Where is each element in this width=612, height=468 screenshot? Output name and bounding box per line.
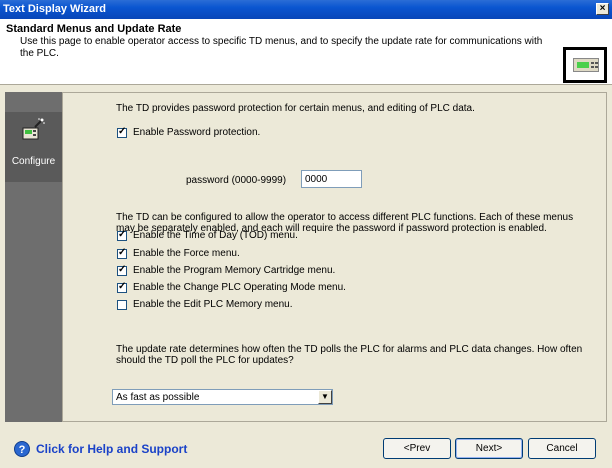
menu-checkbox-force[interactable]: Enable the Force menu. [117, 247, 240, 259]
close-button[interactable]: × [596, 3, 609, 15]
help-link[interactable]: ? Click for Help and Support [14, 441, 187, 457]
checkbox-label: Enable the Time of Day (TOD) menu. [133, 230, 298, 241]
password-intro-text: The TD provides password protection for … [116, 103, 475, 114]
password-field[interactable] [301, 170, 362, 188]
page-title: Standard Menus and Update Rate [6, 23, 182, 35]
menu-checkbox-operating-mode[interactable]: Enable the Change PLC Operating Mode men… [117, 281, 346, 293]
checkbox-box[interactable] [117, 229, 127, 241]
window-title: Text Display Wizard [3, 3, 107, 15]
checkbox-box[interactable] [117, 264, 127, 276]
checkbox-label: Enable the Program Memory Cartridge menu… [133, 265, 336, 276]
configure-wand-icon [22, 118, 45, 140]
help-icon: ? [14, 441, 30, 457]
menu-checkbox-cartridge[interactable]: Enable the Program Memory Cartridge menu… [117, 264, 336, 276]
next-button[interactable]: Next> [455, 438, 523, 459]
sidebar-item-label: Configure [11, 156, 56, 167]
update-rate-select[interactable]: As fast as possible ▼ [112, 389, 333, 405]
checkbox-box[interactable] [117, 281, 127, 293]
help-link-label: Click for Help and Support [36, 442, 188, 456]
wizard-footer: ? Click for Help and Support <Prev Next>… [0, 428, 612, 468]
checkbox-label: Enable the Force menu. [133, 248, 240, 259]
wizard-header: Standard Menus and Update Rate Use this … [0, 19, 612, 85]
prev-button[interactable]: <Prev [383, 438, 451, 459]
checkbox-box[interactable] [117, 299, 127, 310]
sidebar-item-configure[interactable]: Configure [5, 112, 62, 182]
update-intro-text: The update rate determines how often the… [116, 344, 583, 366]
checkbox-box[interactable] [117, 126, 127, 138]
password-field-label: password (0000-9999) [186, 175, 287, 186]
checkbox-label: Enable Password protection. [133, 127, 261, 138]
cancel-button[interactable]: Cancel [528, 438, 596, 459]
update-rate-value: As fast as possible [116, 392, 200, 403]
text-display-device-icon [563, 47, 607, 83]
enable-password-checkbox[interactable]: Enable Password protection. [117, 126, 261, 138]
sidebar: Configure [5, 92, 62, 422]
menu-checkbox-edit-memory[interactable]: Enable the Edit PLC Memory menu. [117, 299, 293, 310]
chevron-down-icon[interactable]: ▼ [318, 390, 332, 404]
checkbox-label: Enable the Edit PLC Memory menu. [133, 299, 293, 310]
page-description: Use this page to enable operator access … [20, 36, 543, 59]
checkbox-box[interactable] [117, 247, 127, 259]
checkbox-label: Enable the Change PLC Operating Mode men… [133, 282, 346, 293]
menu-checkbox-tod[interactable]: Enable the Time of Day (TOD) menu. [117, 229, 298, 241]
title-bar: Text Display Wizard × [0, 0, 612, 19]
